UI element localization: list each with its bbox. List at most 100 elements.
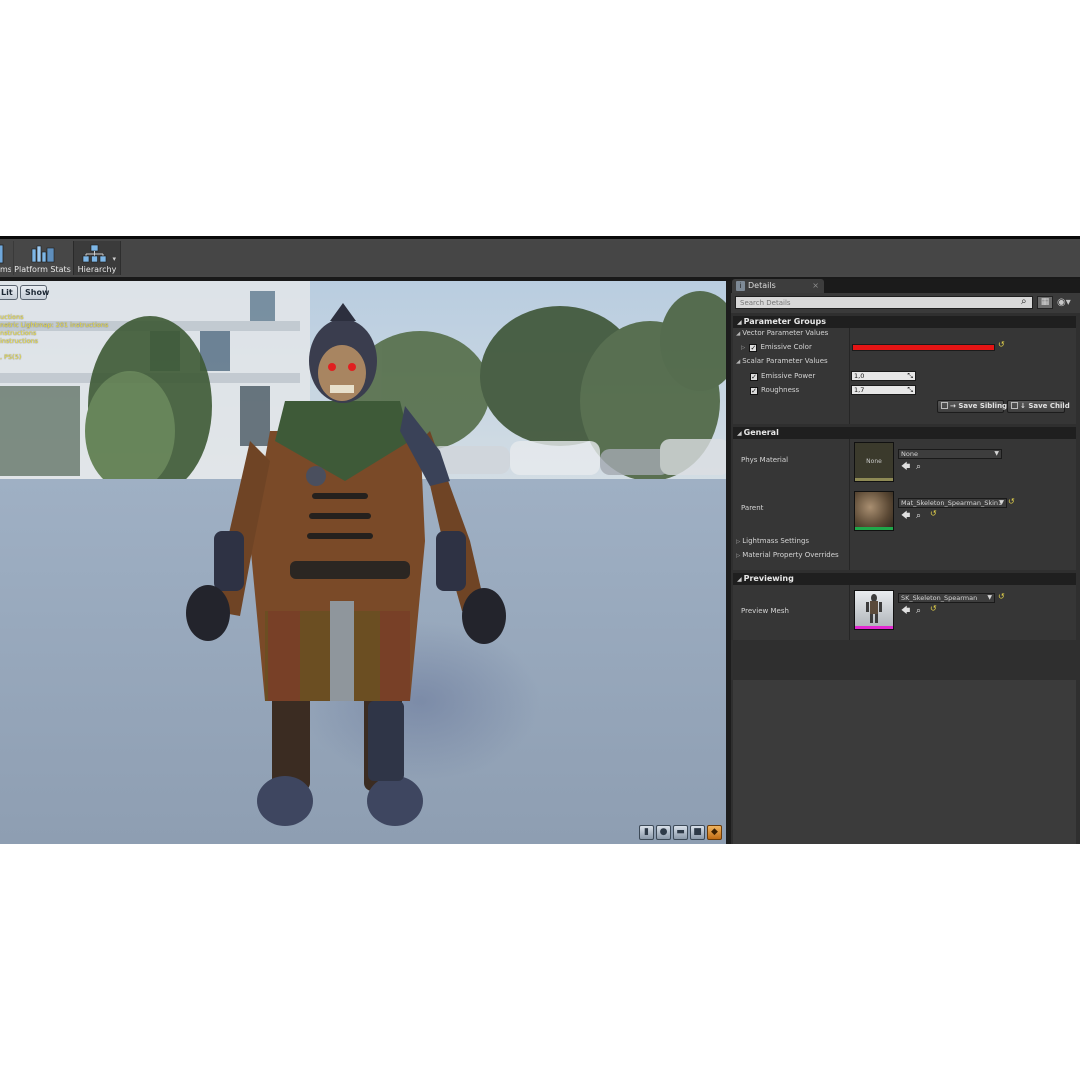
use-selected-asset-icon[interactable]: 🡄 <box>901 606 910 616</box>
emissive-color-swatch[interactable] <box>852 344 995 351</box>
roughness-value: 1,7 <box>854 386 865 394</box>
browse-asset-icon[interactable]: ⌕ <box>916 511 921 521</box>
emissive-power-label: Emissive Power <box>761 372 816 380</box>
section-header-general[interactable]: ◢ General <box>733 427 1076 439</box>
toolbar-hierarchy-button[interactable]: ▾ Hierarchy <box>73 241 120 275</box>
section-title: Parameter Groups <box>743 317 826 326</box>
emissive-power-checkbox[interactable]: ✓ <box>750 373 758 381</box>
section-title: General <box>743 428 779 437</box>
preview-mesh-label: Preview Mesh <box>741 607 789 615</box>
reset-to-default-icon[interactable]: ↺ <box>998 592 1005 601</box>
stats-line: netric Lightmap: 201 instructions <box>0 321 109 329</box>
close-icon[interactable]: × <box>812 279 819 293</box>
parent-material-thumbnail[interactable] <box>854 491 894 531</box>
cylinder-icon[interactable]: ▮ <box>639 825 654 840</box>
thumbnail-text: None <box>866 458 882 465</box>
emissive-power-field[interactable]: 1,0 ⤡ <box>851 371 916 381</box>
viewport-scene <box>0 281 726 844</box>
expand-triangle-icon: ◢ <box>736 331 741 337</box>
search-icon[interactable]: ⌕ <box>1021 296 1033 308</box>
vector-parameter-values-group[interactable]: ◢ Vector Parameter Values <box>736 328 828 339</box>
details-search-row: ⌕ ▦ ◉▾ <box>731 293 1080 313</box>
expand-triangle-icon: ◢ <box>737 576 742 583</box>
preview-mesh-combo[interactable]: SK_Skeleton_Spearman ▼ <box>898 593 995 603</box>
toolbar-platform-stats-label: Platform Stats <box>14 265 71 274</box>
parent-material-combo[interactable]: Mat_Skeleton_Spearman_Skin1 ▼ <box>898 498 1007 508</box>
roughness-field[interactable]: 1,7 ⤡ <box>851 385 916 395</box>
emissive-power-value: 1,0 <box>854 372 865 380</box>
save-child-icon <box>1011 402 1018 409</box>
group-label: Scalar Parameter Values <box>742 357 828 365</box>
property-matrix-icon[interactable]: ▦ <box>1037 296 1053 309</box>
custom-mesh-icon[interactable]: ◆ <box>707 825 722 840</box>
tab-details[interactable]: i Details × <box>732 279 824 293</box>
save-child-label: Save Child <box>1028 402 1070 410</box>
use-selected-asset-icon[interactable]: 🡄 <box>901 462 910 472</box>
column-divider[interactable] <box>849 328 850 424</box>
phys-material-combo[interactable]: None ▼ <box>898 449 1002 459</box>
previewing-body: Preview Mesh SK_Skeleton_Spearman ▼ ↺ 🡄 ⌕… <box>733 585 1076 640</box>
use-selected-asset-icon[interactable]: 🡄 <box>901 511 910 521</box>
stats-line: instructions <box>0 337 39 345</box>
scalar-parameter-values-group[interactable]: ◢ Scalar Parameter Values <box>736 356 828 367</box>
preview-mesh-thumbnail[interactable] <box>854 590 894 630</box>
save-sibling-button[interactable]: → Save Sibling <box>937 400 1007 413</box>
show-flags-button[interactable]: Show <box>20 285 49 300</box>
column-divider[interactable] <box>849 439 850 570</box>
sphere-icon[interactable]: ● <box>656 825 671 840</box>
reset-to-default-icon[interactable]: ↺ <box>930 509 937 518</box>
section-title: Previewing <box>743 574 794 583</box>
hierarchy-dropdown-caret-icon[interactable]: ▾ <box>112 255 116 263</box>
preview-mesh-value: SK_Skeleton_Spearman <box>901 594 978 602</box>
material-property-overrides-row[interactable]: ▷ Material Property Overrides <box>736 550 839 561</box>
browse-asset-icon[interactable]: ⌕ <box>916 462 921 472</box>
roughness-checkbox[interactable]: ✓ <box>750 387 758 395</box>
stats-icon <box>0 244 4 264</box>
browse-asset-icon[interactable]: ⌕ <box>916 606 921 616</box>
dropdown-arrow-icon: ▼ <box>994 450 999 457</box>
expand-triangle-icon: ◢ <box>736 359 741 365</box>
emissive-color-checkbox[interactable]: ✓ <box>749 344 758 352</box>
view-mode-lit-button[interactable]: Lit <box>0 285 18 300</box>
phys-material-thumbnail[interactable]: None <box>854 442 894 482</box>
drag-handle-icon[interactable]: ⤡ <box>907 386 913 394</box>
emissive-power-row: ✓ Emissive Power <box>750 371 815 381</box>
column-divider[interactable] <box>849 585 850 640</box>
skeleton-mesh-thumbnail-icon <box>866 594 882 623</box>
parent-label: Parent <box>741 504 764 512</box>
lightmass-settings-row[interactable]: ▷ Lightmass Settings <box>736 536 809 547</box>
toolbar-stats-label: ms <box>0 265 11 274</box>
toolbar-hierarchy-label: Hierarchy <box>77 265 117 274</box>
collapse-triangle-icon: ▷ <box>736 539 741 545</box>
phys-material-value: None <box>901 450 918 458</box>
general-body: Phys Material None None ▼ 🡄 ⌕ Parent Mat_… <box>733 439 1076 570</box>
drag-handle-icon[interactable]: ⤡ <box>907 372 913 380</box>
reset-to-default-icon[interactable]: ↺ <box>930 604 937 613</box>
cube-icon[interactable]: ■ <box>690 825 705 840</box>
toolbar-platform-stats-button[interactable]: Platform Stats <box>13 241 71 275</box>
save-sibling-icon <box>941 402 948 409</box>
section-header-previewing[interactable]: ◢ Previewing <box>733 573 1076 585</box>
details-tab-bar: i Details × <box>731 279 1080 293</box>
phys-material-label: Phys Material <box>741 456 789 464</box>
thumbnail-type-bar <box>855 478 893 481</box>
reset-to-default-icon[interactable]: ↺ <box>1008 497 1015 506</box>
stats-line <box>0 345 108 353</box>
roughness-label: Roughness <box>761 386 800 394</box>
material-property-overrides-label: Material Property Overrides <box>742 551 839 559</box>
parent-material-value: Mat_Skeleton_Spearman_Skin1 <box>901 499 1003 507</box>
roughness-row: ✓ Roughness <box>750 385 799 395</box>
search-details-input[interactable] <box>735 296 1033 309</box>
parameter-groups-body: ◢ Vector Parameter Values ▷ ✓ Emissive Col… <box>733 328 1076 424</box>
view-options-eye-icon[interactable]: ◉▾ <box>1057 296 1077 309</box>
lightmass-settings-label: Lightmass Settings <box>742 537 810 545</box>
dropdown-arrow-icon: ▼ <box>999 499 1004 506</box>
section-header-parameter-groups[interactable]: ◢ Parameter Groups <box>733 316 1076 328</box>
collapse-triangle-icon[interactable]: ▷ <box>741 345 745 351</box>
toolbar-stats-button[interactable]: ms <box>0 241 11 275</box>
reset-to-default-icon[interactable]: ↺ <box>998 340 1005 349</box>
toolbar: ms Platform Stats ▾ Hierarchy <box>0 239 1080 277</box>
save-child-button[interactable]: ↓ Save Child <box>1007 400 1070 413</box>
plane-icon[interactable]: ▬ <box>673 825 688 840</box>
preview-viewport[interactable]: Lit Show uctions netric Lightmap: 201 in… <box>0 281 726 844</box>
